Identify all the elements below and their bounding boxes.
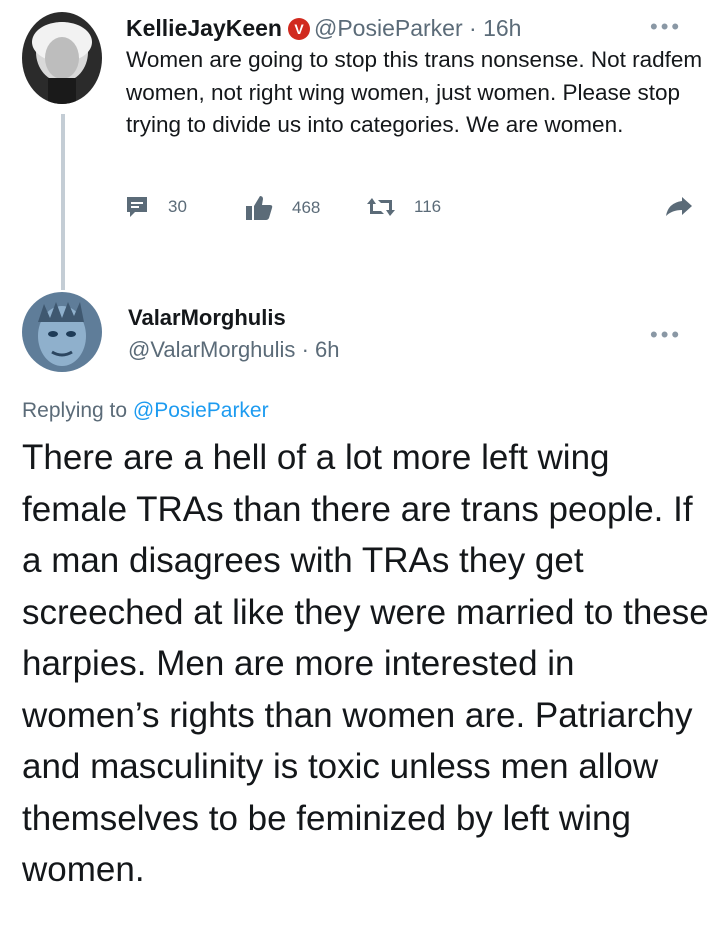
tweet2-handle[interactable]: @ValarMorghulis — [128, 337, 295, 362]
tweet2-separator: · — [301, 337, 309, 362]
like-count: 468 — [292, 198, 321, 217]
replying-mention-link[interactable]: @PosieParker — [133, 399, 269, 422]
tweet1-text: Women are going to stop this trans nonse… — [126, 47, 703, 137]
thread-connector — [61, 114, 65, 290]
avatar-valarmorghulis[interactable] — [22, 292, 102, 372]
tweet2-time[interactable]: 6h — [315, 337, 339, 362]
reply-count: 30 — [168, 197, 187, 216]
avatar-kelliejaykeen[interactable] — [22, 12, 102, 104]
replying-prefix: Replying to — [22, 399, 133, 422]
reply-button[interactable]: 30 — [124, 194, 187, 220]
retweet-count: 116 — [414, 197, 442, 216]
share-button[interactable] — [664, 194, 712, 220]
verified-badge: V — [287, 18, 310, 40]
tweet2-handle-line: @ValarMorghulis · 6h — [128, 336, 340, 364]
tweet2-text: There are a hell of a lot more left wing… — [22, 438, 709, 889]
tweet1-handle[interactable]: @PosieParker — [314, 15, 463, 41]
like-button[interactable]: 468 — [244, 194, 320, 222]
tweet2-display-name[interactable]: ValarMorghulis — [128, 304, 286, 332]
retweet-button[interactable]: 116 — [366, 194, 441, 220]
more-icon[interactable]: ••• — [650, 324, 682, 346]
more-icon[interactable]: ••• — [650, 16, 682, 38]
reply-icon — [124, 194, 150, 220]
replying-to: Replying to @PosieParker — [22, 397, 269, 425]
tweet1-separator: · — [469, 15, 477, 41]
like-icon — [244, 194, 274, 222]
tweet1-time[interactable]: 16h — [483, 15, 521, 41]
tweet1-display-name[interactable]: KellieJayKeen — [126, 15, 282, 41]
retweet-icon — [366, 194, 396, 220]
share-icon — [664, 194, 694, 220]
tweet1-header: KellieJayKeen V @PosieParker · 16h — [126, 14, 521, 42]
